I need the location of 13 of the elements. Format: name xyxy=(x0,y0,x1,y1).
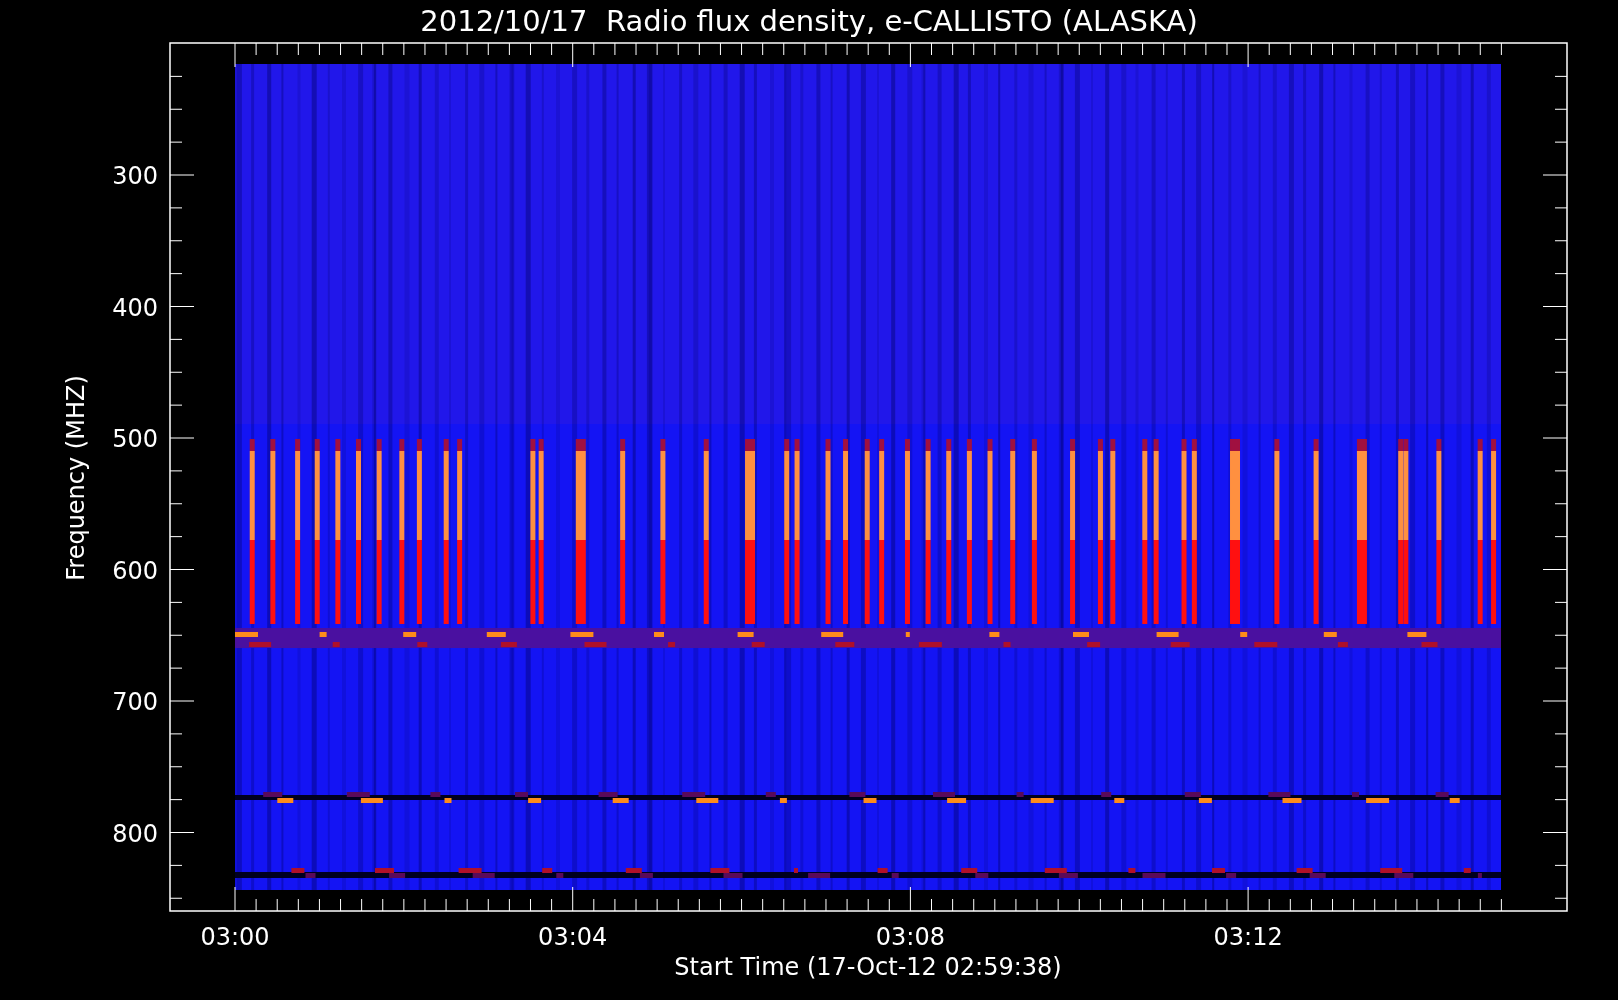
y-tick-label: 300 xyxy=(112,162,158,190)
x-axis-label: Start Time (17-Oct-12 02:59:38) xyxy=(674,953,1062,981)
y-tick-label: 800 xyxy=(112,819,158,848)
x-tick-label: 03:12 xyxy=(1213,923,1283,951)
y-tick-label: 500 xyxy=(112,425,158,453)
y-axis-label: Frequency (MHZ) xyxy=(62,375,90,581)
x-tick-label: 03:00 xyxy=(200,923,270,951)
x-tick-label: 03:08 xyxy=(875,923,945,951)
x-tick-label: 03:04 xyxy=(538,923,608,951)
chart-title: 2012/10/17 Radio flux density, e-CALLISTO (ALASKA) xyxy=(420,4,1198,38)
y-tick-label: 600 xyxy=(112,556,158,585)
y-tick-label: 400 xyxy=(112,293,158,322)
y-tick-label: 700 xyxy=(112,688,158,716)
